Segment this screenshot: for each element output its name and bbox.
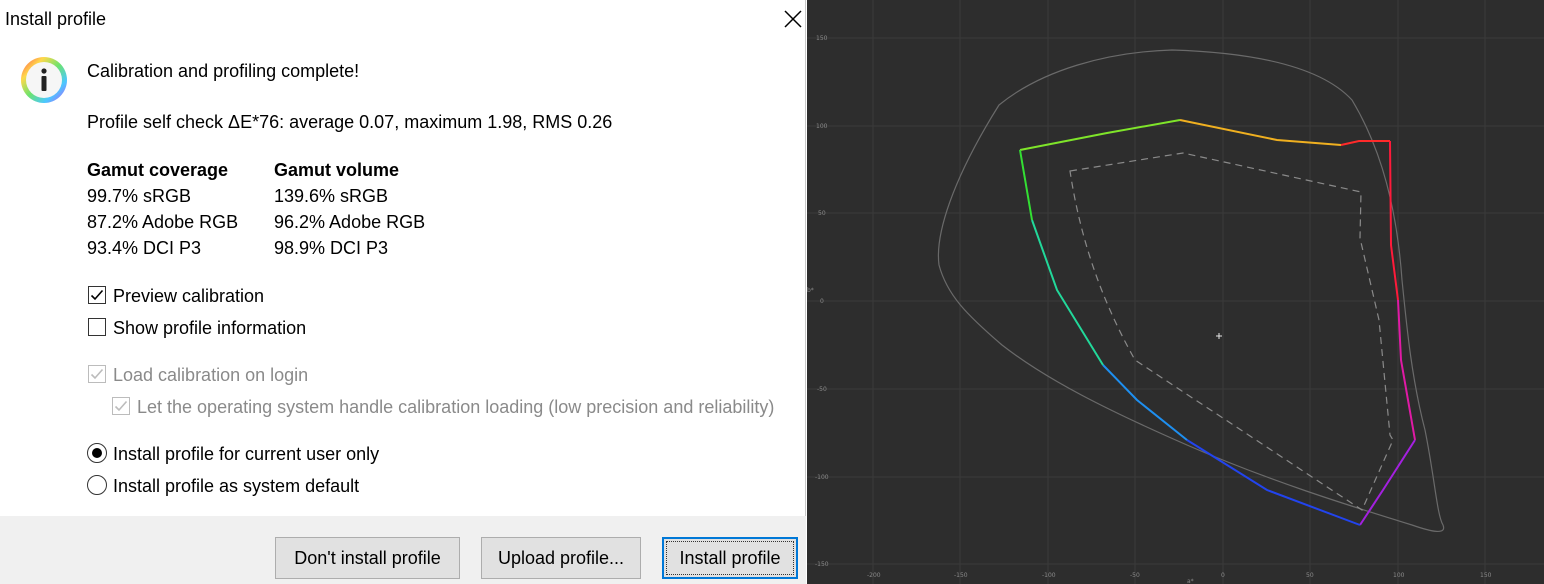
install-current-user-radio[interactable] [87, 443, 107, 463]
x-tick-label: -50 [1130, 572, 1140, 579]
gamut-volume-header: Gamut volume [274, 160, 400, 180]
x-tick-label: -150 [954, 572, 968, 579]
upload-profile-button[interactable]: Upload profile... [481, 537, 641, 579]
close-icon[interactable] [779, 5, 807, 33]
dont-install-button[interactable]: Don't install profile [275, 537, 460, 579]
title-bar: Install profile [0, 0, 806, 40]
gamut-plot: 150 100 50 0 -50 -100 -150 -200 -150 -10… [807, 0, 1544, 584]
preview-calibration-label[interactable]: Preview calibration [113, 286, 264, 307]
window-title: Install profile [5, 9, 107, 29]
load-calibration-label: Load calibration on login [113, 365, 309, 385]
install-profile-button[interactable]: Install profile [662, 537, 798, 579]
x-tick-label: 150 [1480, 572, 1492, 579]
x-tick-label: -100 [1042, 572, 1056, 579]
y-tick-label: -150 [815, 561, 829, 568]
x-tick-label: 50 [1306, 572, 1314, 579]
install-profile-dialog: Install profile Calibration and profilin… [0, 0, 806, 584]
x-axis-label: a* [1187, 578, 1194, 584]
completion-heading: Calibration and profiling complete! [87, 61, 360, 81]
checkmark-icon [114, 400, 128, 412]
gamut-coverage-header: Gamut coverage [87, 160, 229, 180]
display-gamut-outline [1019, 119, 1416, 526]
y-tick-label: 150 [816, 35, 828, 42]
y-tick-label: 0 [820, 298, 824, 305]
x-tick-label: 100 [1393, 572, 1405, 579]
show-profile-info-checkbox[interactable] [88, 318, 106, 336]
white-point-marker [1216, 333, 1222, 339]
preview-calibration-checkbox[interactable] [88, 286, 106, 304]
coverage-adobe-rgb: 87.2% Adobe RGB [87, 212, 239, 232]
show-profile-info-label[interactable]: Show profile information [113, 318, 306, 339]
y-tick-label: -50 [817, 386, 827, 393]
y-tick-label: 100 [816, 123, 828, 130]
volume-srgb: 139.6% sRGB [274, 186, 389, 206]
x-tick-label: -200 [867, 572, 881, 579]
self-check-text: Profile self check ΔE*76: average 0.07, … [87, 112, 613, 132]
y-tick-label: 50 [818, 210, 826, 217]
reference-gamut-outline [1069, 152, 1394, 511]
gamut-plot-canvas: 150 100 50 0 -50 -100 -150 -200 -150 -10… [807, 0, 1544, 584]
install-current-user-label[interactable]: Install profile for current user only [113, 444, 379, 465]
os-handle-calibration-checkbox [112, 397, 130, 415]
info-icon [20, 56, 68, 104]
install-system-default-radio[interactable] [87, 475, 107, 495]
volume-adobe-rgb: 96.2% Adobe RGB [274, 212, 426, 232]
grid-lines [807, 0, 1544, 584]
volume-dci-p3: 98.9% DCI P3 [274, 238, 389, 258]
x-tick-label: 0 [1221, 572, 1225, 579]
y-tick-label: -100 [815, 474, 829, 481]
y-axis-label: b* [807, 287, 814, 294]
install-system-default-label[interactable]: Install profile as system default [113, 476, 359, 497]
os-handle-calibration-label: Let the operating system handle calibrat… [137, 397, 775, 417]
checkmark-icon [90, 368, 104, 380]
load-calibration-checkbox [88, 365, 106, 383]
checkmark-icon [90, 289, 104, 301]
coverage-dci-p3: 93.4% DCI P3 [87, 238, 202, 258]
coverage-srgb: 99.7% sRGB [87, 186, 192, 206]
